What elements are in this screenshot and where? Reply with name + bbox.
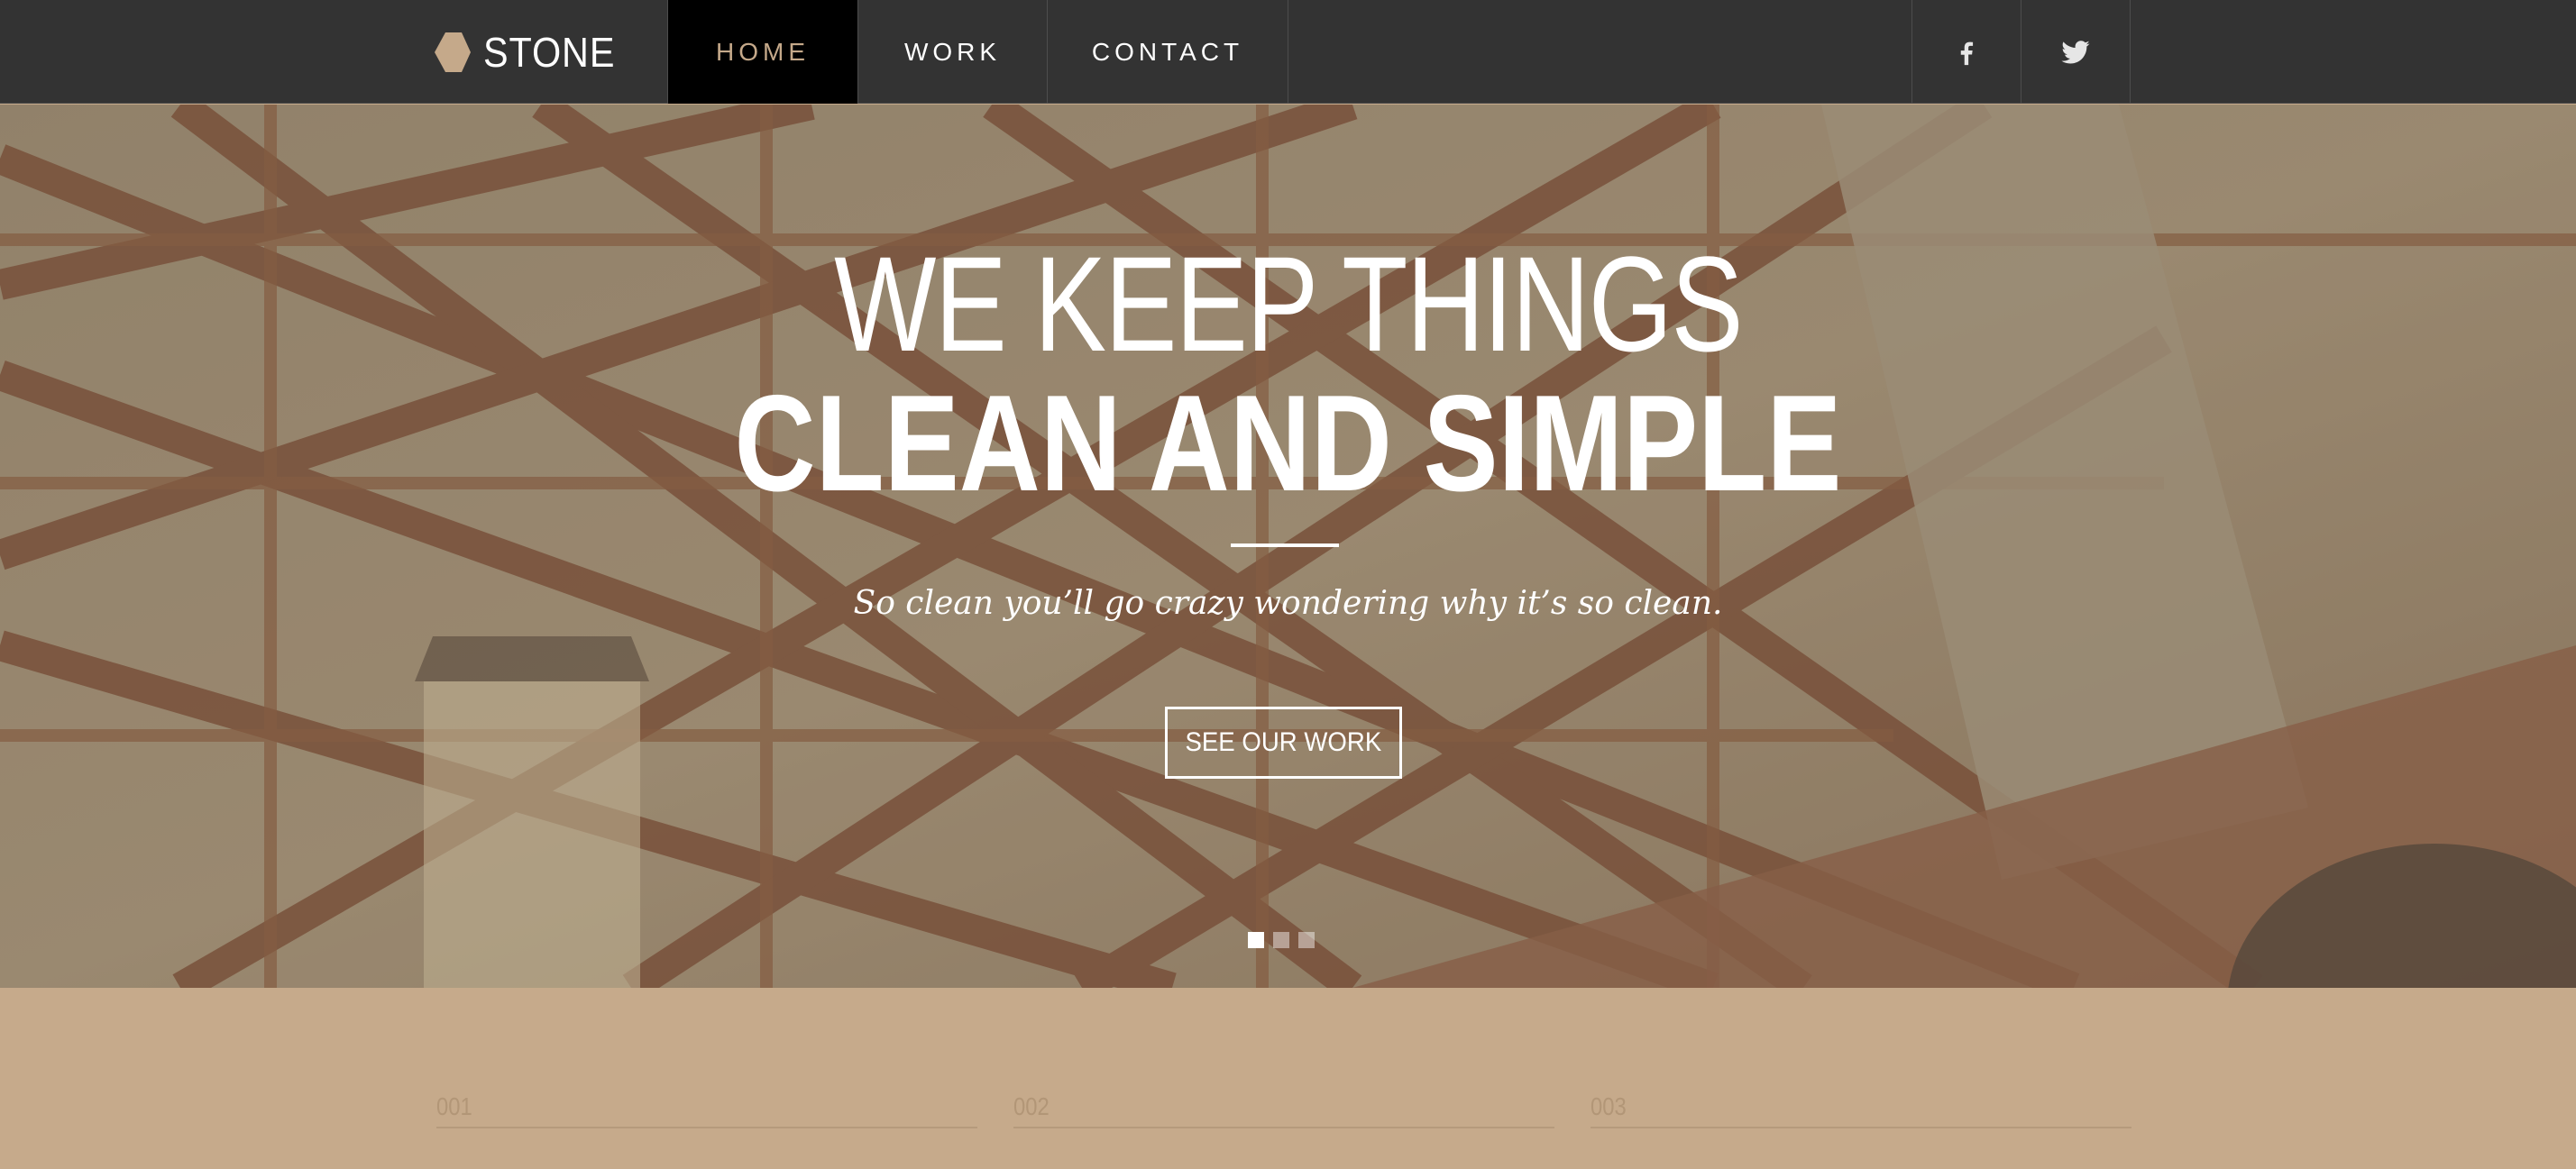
hero-slider: WE KEEP THINGS CLEAN AND SIMPLE So clean… — [0, 105, 2576, 988]
slider-dot-2[interactable] — [1273, 932, 1289, 948]
hero-headline-line1: WE KEEP THINGS — [834, 228, 1743, 379]
main-menu: HOME WORK CONTACT — [667, 0, 1288, 104]
hero-tagline: So clean you’ll go crazy wondering why i… — [853, 585, 1723, 622]
facebook-icon — [1960, 41, 1974, 65]
nav-inner: STONE HOME WORK CONTACT — [0, 0, 2576, 104]
nav-item-work[interactable]: WORK — [858, 0, 1048, 104]
twitter-icon — [2061, 40, 2090, 63]
slider-pagination — [1248, 932, 1315, 948]
features-section: 001 002 003 — [0, 988, 2576, 1169]
feature-item: 002 — [1013, 1092, 1554, 1128]
brand-logo[interactable]: STONE — [435, 0, 630, 104]
slider-dot-1[interactable] — [1248, 932, 1264, 948]
see-our-work-button[interactable]: SEE OUR WORK — [1165, 707, 1402, 779]
feature-number: 001 — [436, 1092, 472, 1120]
feature-number: 003 — [1591, 1092, 1627, 1120]
twitter-button[interactable] — [2021, 0, 2131, 104]
nav-item-contact[interactable]: CONTACT — [1048, 0, 1288, 104]
stone-logo-icon — [435, 32, 471, 72]
feature-item: 001 — [436, 1092, 977, 1128]
feature-number: 002 — [1013, 1092, 1050, 1120]
slider-dot-3[interactable] — [1298, 932, 1315, 948]
facebook-button[interactable] — [1912, 0, 2021, 104]
top-navbar: STONE HOME WORK CONTACT — [0, 0, 2576, 104]
hero-headline-line2: CLEAN AND SIMPLE — [734, 367, 1842, 520]
feature-item: 003 — [1591, 1092, 2131, 1128]
social-links — [1911, 0, 2131, 104]
see-our-work-label: SEE OUR WORK — [1185, 727, 1382, 757]
brand-name: STONE — [483, 28, 616, 76]
hero-divider — [1231, 543, 1339, 547]
nav-item-home[interactable]: HOME — [668, 0, 858, 104]
